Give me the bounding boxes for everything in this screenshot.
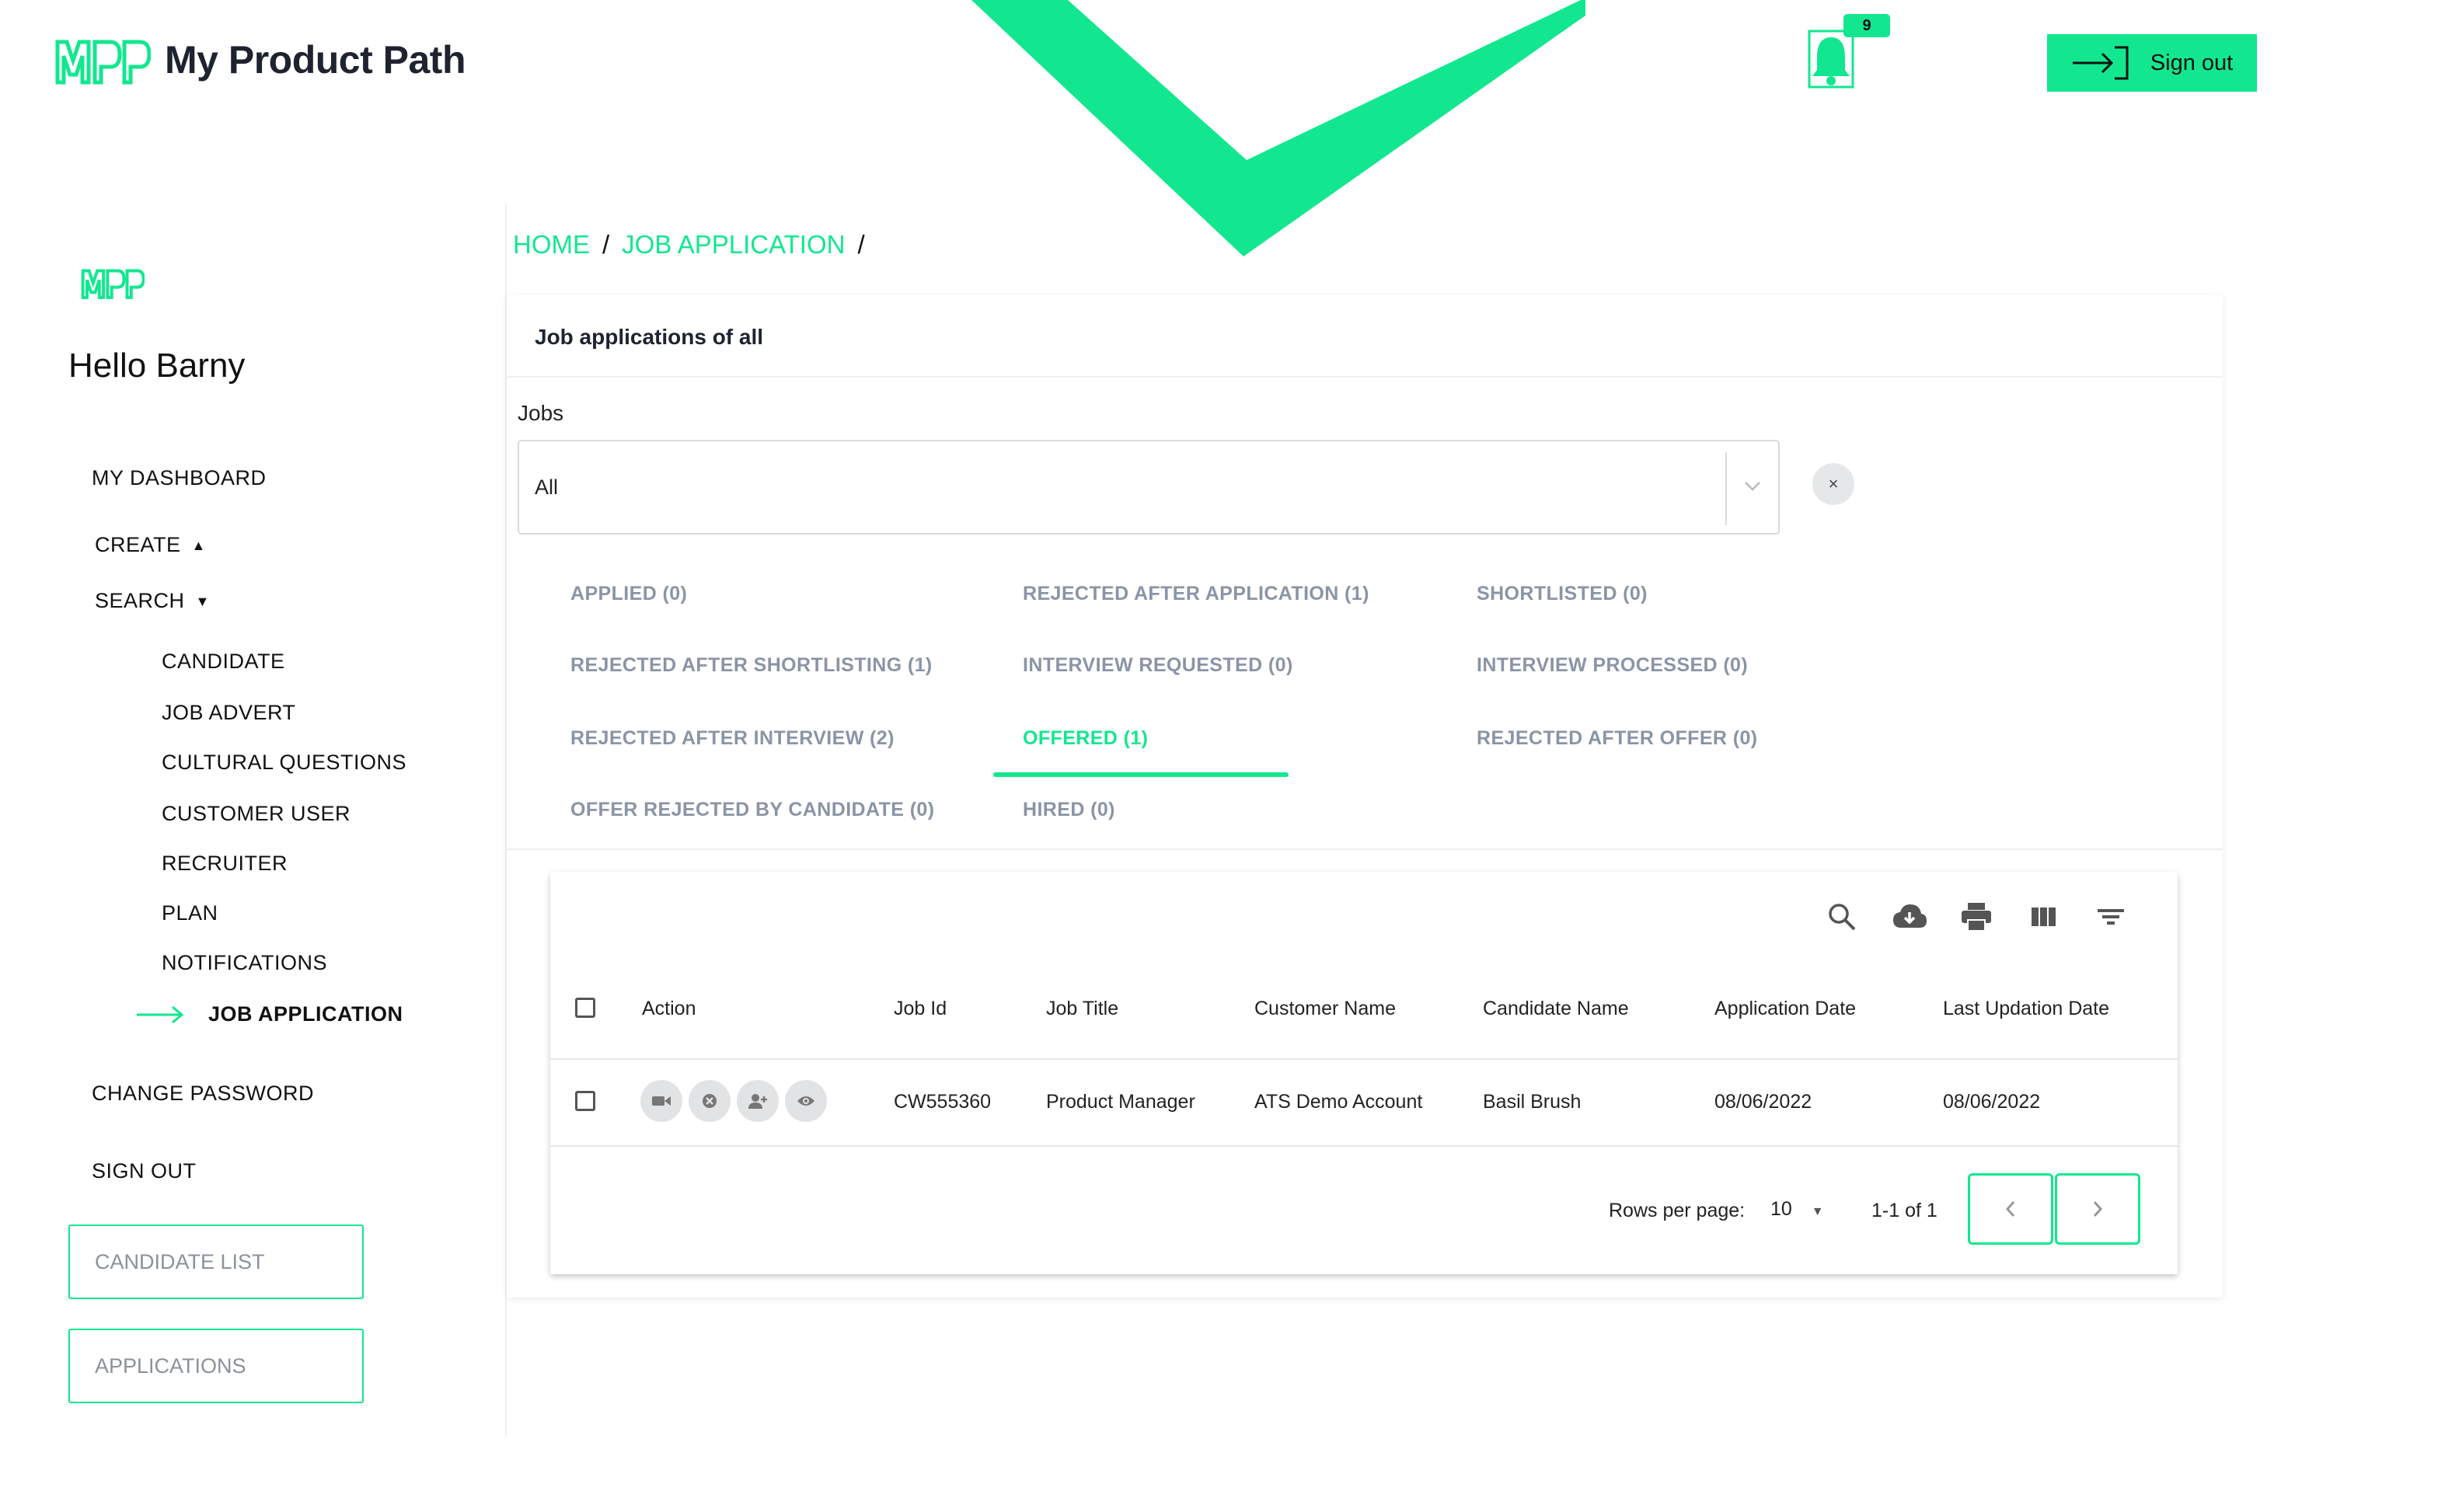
search-icon[interactable] (1826, 901, 1857, 932)
cloud-download-icon[interactable] (1892, 901, 1927, 932)
column-header-job-id[interactable]: Job Id (894, 998, 947, 1020)
breadcrumb-separator: / (602, 230, 610, 259)
tab-rejected-after-application[interactable]: REJECTED AFTER APPLICATION (1) (1023, 583, 1369, 605)
column-header-job-title[interactable]: Job Title (1046, 998, 1118, 1020)
column-header-application-date[interactable]: Application Date (1714, 998, 1856, 1020)
bell-icon (1808, 30, 1854, 89)
sidebar-item-create[interactable]: CREATE ▲ (95, 533, 206, 557)
sidebar-subitem-customer-user[interactable]: CUSTOMER USER (162, 802, 351, 826)
view-columns-icon[interactable] (2030, 901, 2058, 932)
cell-job-title: Product Manager (1046, 1091, 1195, 1113)
previous-page-button[interactable] (1968, 1173, 2053, 1245)
cancel-icon[interactable] (689, 1080, 731, 1122)
cell-customer-name: ATS Demo Account (1254, 1091, 1423, 1113)
tab-rejected-after-offer[interactable]: REJECTED AFTER OFFER (0) (1477, 727, 1757, 750)
cell-last-updation-date: 08/06/2022 (1943, 1091, 2041, 1113)
tab-interview-processed[interactable]: INTERVIEW PROCESSED (0) (1477, 654, 1748, 677)
breadcrumb-home[interactable]: HOME (513, 230, 590, 259)
sidebar-subitem-job-application[interactable]: JOB APPLICATION (208, 1002, 403, 1026)
sidebar-subitem-job-advert[interactable]: JOB ADVERT (162, 701, 296, 725)
sign-out-button[interactable]: Sign out (2047, 34, 2257, 92)
chevron-decoration (971, 0, 1585, 256)
active-arrow-icon (137, 1005, 184, 1024)
tab-shortlisted[interactable]: SHORTLISTED (0) (1477, 583, 1648, 605)
filter-icon[interactable] (2095, 901, 2126, 932)
cell-candidate-name: Basil Brush (1483, 1091, 1582, 1113)
sidebar-subitem-notifications[interactable]: NOTIFICATIONS (162, 951, 327, 975)
cell-job-id: CW555360 (894, 1091, 992, 1113)
breadcrumb: HOME / JOB APPLICATION / (513, 230, 877, 260)
greeting: Hello Barny (68, 347, 246, 385)
cell-application-date: 08/06/2022 (1714, 1091, 1812, 1113)
mpp-logo-icon (81, 269, 145, 299)
panel-divider (507, 376, 2223, 378)
sidebar-item-search[interactable]: SEARCH ▼ (95, 589, 210, 613)
sidebar-subitem-cultural-questions[interactable]: CULTURAL QUESTIONS (162, 751, 406, 775)
print-icon[interactable] (1960, 901, 1993, 932)
jobs-select-value: All (535, 476, 559, 499)
tab-applied[interactable]: APPLIED (0) (570, 583, 687, 605)
tab-offer-rejected-by-candidate[interactable]: OFFER REJECTED BY CANDIDATE (0) (570, 799, 934, 821)
active-tab-indicator (993, 772, 1289, 777)
rows-per-page-label: Rows per page: (1609, 1200, 1746, 1221)
tabs-divider (507, 848, 2223, 850)
brand-name: My Product Path (165, 38, 466, 82)
sidebar-logo (81, 267, 145, 304)
tab-rejected-after-shortlisting[interactable]: REJECTED AFTER SHORTLISTING (1) (570, 654, 933, 677)
sidebar-item-change-password[interactable]: CHANGE PASSWORD (92, 1082, 314, 1106)
tab-rejected-after-interview[interactable]: REJECTED AFTER INTERVIEW (2) (570, 727, 895, 750)
sidebar-item-my-dashboard[interactable]: MY DASHBOARD (92, 466, 267, 490)
sign-out-arrow-icon (2072, 46, 2129, 80)
brand-logo[interactable] (54, 37, 152, 89)
tab-hired[interactable]: HIRED (0) (1023, 799, 1115, 821)
chevron-up-icon: ▲ (191, 538, 206, 554)
clear-jobs-button[interactable]: × (1812, 463, 1854, 505)
view-icon[interactable] (785, 1080, 827, 1122)
jobs-select[interactable]: All (518, 440, 1780, 535)
column-header-candidate-name[interactable]: Candidate Name (1483, 998, 1629, 1020)
breadcrumb-job-application[interactable]: JOB APPLICATION (622, 230, 845, 259)
chevron-down-icon (1745, 482, 1760, 491)
jobs-label: Jobs (518, 401, 564, 425)
sign-out-label: Sign out (2150, 50, 2234, 75)
candidate-list-button[interactable]: CANDIDATE LIST (68, 1225, 364, 1299)
rows-per-page-select[interactable]: 10 ▼ (1770, 1198, 1824, 1221)
pagination-range: 1-1 of 1 (1871, 1200, 1938, 1221)
breadcrumb-separator: / (857, 230, 865, 259)
sidebar-subitem-candidate[interactable]: CANDIDATE (162, 650, 285, 674)
row-checkbox[interactable] (575, 1091, 595, 1111)
person-add-icon[interactable] (737, 1080, 779, 1122)
chevron-down-icon: ▼ (195, 594, 210, 610)
chevron-left-icon (2005, 1201, 2015, 1217)
column-header-customer-name[interactable]: Customer Name (1254, 998, 1396, 1020)
notification-count-badge: 9 (1843, 14, 1890, 37)
applications-button[interactable]: APPLICATIONS (68, 1329, 364, 1403)
next-page-button[interactable] (2055, 1173, 2140, 1245)
tab-offered[interactable]: OFFERED (1) (1023, 727, 1148, 750)
video-icon[interactable] (640, 1080, 682, 1122)
rows-per-page-value: 10 (1770, 1198, 1792, 1220)
chevron-right-icon (2093, 1201, 2103, 1217)
sidebar-subitem-plan[interactable]: PLAN (162, 901, 218, 925)
mpp-logo-icon (55, 40, 152, 85)
panel-title: Job applications of all (535, 325, 764, 349)
sidebar-subitem-recruiter[interactable]: RECRUITER (162, 852, 288, 876)
sidebar-item-sign-out[interactable]: SIGN OUT (92, 1159, 197, 1183)
notification-bell[interactable]: 9 (1808, 14, 1890, 92)
tab-interview-requested[interactable]: INTERVIEW REQUESTED (0) (1023, 654, 1293, 677)
caret-down-icon: ▼ (1811, 1205, 1824, 1218)
column-header-last-updation-date[interactable]: Last Updation Date (1943, 998, 2109, 1020)
row-divider (550, 1145, 2178, 1147)
select-all-checkbox[interactable] (575, 998, 595, 1018)
select-divider (1725, 452, 1727, 525)
column-header-action: Action (642, 998, 696, 1019)
